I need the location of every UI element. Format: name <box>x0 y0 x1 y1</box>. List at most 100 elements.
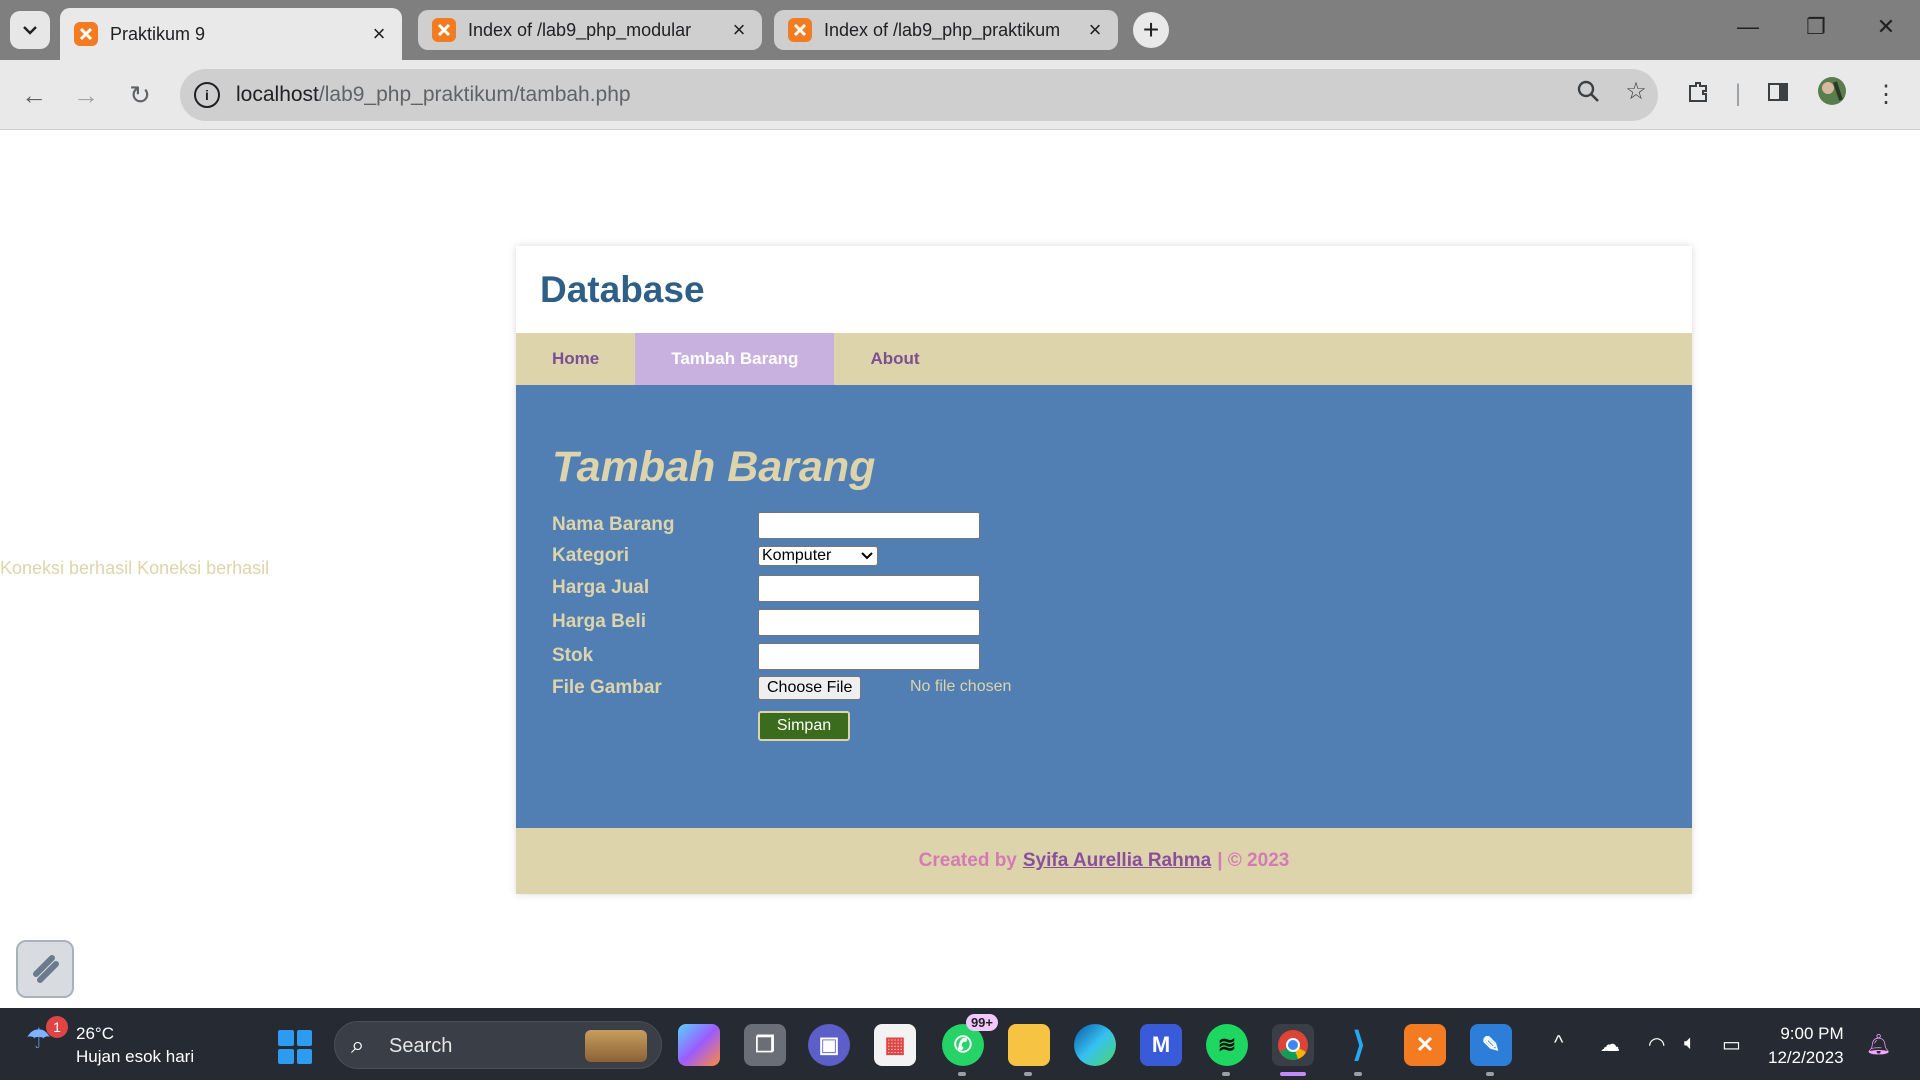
edge-icon[interactable] <box>1074 1024 1116 1066</box>
tab-title: Praktikum 9 <box>110 23 206 44</box>
browser-tab-strip: Praktikum 9 × Index of /lab9_php_modular… <box>0 0 1920 60</box>
paint-app-icon[interactable]: ✎ <box>1470 1024 1512 1076</box>
search-icon: ⌕ <box>351 1032 365 1059</box>
tab-search-button[interactable] <box>10 11 50 49</box>
label-kategori: Kategori <box>552 545 630 566</box>
wifi-icon[interactable]: ◠ <box>1648 1032 1665 1057</box>
more-menu-icon[interactable]: ⋮ <box>1870 80 1902 109</box>
back-arrow-icon[interactable]: ← <box>18 80 50 111</box>
site-info-icon[interactable]: i <box>194 82 220 108</box>
microsoft-store-icon[interactable]: ▦ <box>874 1024 916 1066</box>
close-window-icon[interactable]: ✕ <box>1868 14 1904 40</box>
xampp-favicon-icon <box>788 18 812 42</box>
clock-date: 12/2/2023 <box>1768 1048 1844 1067</box>
bookmark-star-icon[interactable]: ☆ <box>1620 77 1652 106</box>
site-header: Database <box>516 246 1692 333</box>
nav-home[interactable]: Home <box>516 333 635 385</box>
battery-icon[interactable]: ▭ <box>1722 1032 1741 1057</box>
spotify-icon[interactable]: ≋ <box>1206 1024 1248 1076</box>
connection-status-text: Koneksi berhasil Koneksi berhasil <box>0 558 270 578</box>
label-nama-barang: Nama Barang <box>552 514 675 535</box>
tab-title: Index of /lab9_php_praktikum <box>824 19 1061 40</box>
input-harga-jual[interactable] <box>758 575 980 602</box>
vscode-icon[interactable]: ⟩ <box>1338 1024 1380 1076</box>
onedrive-cloud-icon[interactable]: ☁ <box>1600 1032 1620 1057</box>
restore-icon[interactable]: ❐ <box>1798 14 1834 40</box>
umbrella-icon: ☂ 1 <box>26 1016 68 1058</box>
form-heading: Tambah Barang <box>552 443 876 491</box>
main-nav: Home Tambah Barang About <box>516 333 1692 385</box>
system-clock[interactable]: 9:00 PM 12/2/2023 <box>1768 1022 1844 1070</box>
notification-bell-icon[interactable]: 🔔︎ <box>1866 1032 1891 1057</box>
taskbar-search[interactable]: ⌕ Search <box>334 1021 662 1069</box>
profile-avatar[interactable] <box>1816 76 1848 113</box>
row-file-gambar: File Gambar Choose File No file chosen <box>552 673 1656 707</box>
simpan-button[interactable]: Simpan <box>758 711 850 741</box>
input-nama-barang[interactable] <box>758 512 980 539</box>
floating-app-widget-icon[interactable] <box>16 940 74 998</box>
file-explorer-icon[interactable] <box>1008 1024 1050 1076</box>
search-label: Search <box>389 1035 453 1057</box>
close-tab-icon[interactable]: × <box>1086 17 1104 43</box>
nav-about[interactable]: About <box>834 333 955 385</box>
tab-title: Index of /lab9_php_modular <box>468 19 692 40</box>
weather-temperature: 26°C <box>76 1024 114 1043</box>
minimize-icon[interactable]: — <box>1730 14 1766 40</box>
xampp-favicon-icon <box>432 18 456 42</box>
label-harga-jual: Harga Jual <box>552 577 650 598</box>
windows-start-icon[interactable] <box>278 1030 312 1064</box>
tab-lab9-php-modular[interactable]: Index of /lab9_php_modular × <box>418 10 762 50</box>
extensions-icon[interactable] <box>1682 80 1714 111</box>
footer-author-link[interactable]: Syifa Aurellia Rahma <box>1023 850 1211 872</box>
windows-taskbar: ☂ 1 26°C Hujan esok hari ⌕ Search ❐ ▣ ▦ ✆… <box>0 1008 1920 1080</box>
label-file-gambar: File Gambar <box>552 677 662 698</box>
url-text[interactable]: localhost/lab9_php_praktikum/tambah.php <box>236 83 631 107</box>
search-highlight-image <box>585 1030 647 1062</box>
reload-icon[interactable]: ↻ <box>124 80 156 111</box>
forward-arrow-icon[interactable]: → <box>70 80 102 111</box>
site-title: Database <box>540 269 705 310</box>
nav-tambah-barang[interactable]: Tambah Barang <box>635 333 835 385</box>
file-status-text: No file chosen <box>910 678 1012 695</box>
page-container: Database Home Tambah Barang About Tambah… <box>516 246 1692 894</box>
notification-badge: 1 <box>46 1016 68 1038</box>
footer-suffix: | © 2023 <box>1217 850 1290 871</box>
choose-file-button[interactable]: Choose File <box>758 676 862 700</box>
row-stok: Stok <box>552 639 1656 673</box>
tab-praktikum-9[interactable]: Praktikum 9 × <box>60 8 402 60</box>
main-content: Tambah Barang Nama Barang Kategori Kompu… <box>516 385 1692 828</box>
chevron-down-icon <box>861 552 873 560</box>
select-kategori[interactable]: Komputer <box>758 546 878 566</box>
browser-toolbar: ← → ↻ i localhost/lab9_php_praktikum/tam… <box>0 60 1920 130</box>
weather-widget[interactable]: ☂ 1 26°C Hujan esok hari <box>26 1016 195 1068</box>
copilot-icon[interactable] <box>678 1024 720 1066</box>
chrome-icon[interactable] <box>1272 1024 1314 1076</box>
row-kategori: Kategori Komputer <box>552 541 1656 571</box>
zoom-icon[interactable] <box>1572 79 1604 110</box>
label-harga-beli: Harga Beli <box>552 611 646 632</box>
mathway-app-icon[interactable]: M <box>1140 1024 1182 1066</box>
volume-icon[interactable]: 🔈︎ <box>1684 1032 1696 1055</box>
xampp-icon[interactable]: ✕ <box>1404 1024 1446 1066</box>
close-tab-icon[interactable]: × <box>370 21 388 47</box>
site-footer: Created by Syifa Aurellia Rahma | © 2023 <box>516 828 1692 894</box>
row-harga-beli: Harga Beli <box>552 605 1656 639</box>
new-tab-button[interactable]: + <box>1133 12 1169 48</box>
input-stok[interactable] <box>758 643 980 670</box>
weather-description: Hujan esok hari <box>76 1047 195 1066</box>
chevron-down-icon <box>23 26 37 35</box>
whatsapp-badge: 99+ <box>965 1014 998 1031</box>
row-submit: Simpan <box>552 707 1656 747</box>
side-panel-icon[interactable] <box>1762 80 1794 111</box>
address-bar[interactable]: i localhost/lab9_php_praktikum/tambah.ph… <box>180 69 1658 121</box>
close-tab-icon[interactable]: × <box>730 17 748 43</box>
show-hidden-icons-chevron-icon[interactable]: ^ <box>1554 1032 1563 1055</box>
select-kategori-value: Komputer <box>762 547 832 564</box>
tab-lab9-php-praktikum[interactable]: Index of /lab9_php_praktikum × <box>774 10 1118 50</box>
toolbar-divider: | <box>1734 80 1742 107</box>
task-view-icon[interactable]: ❐ <box>744 1024 786 1066</box>
input-harga-beli[interactable] <box>758 609 980 636</box>
whatsapp-icon[interactable]: ✆ 99+ <box>942 1014 998 1076</box>
teams-chat-icon[interactable]: ▣ <box>808 1024 850 1066</box>
label-stok: Stok <box>552 645 594 666</box>
